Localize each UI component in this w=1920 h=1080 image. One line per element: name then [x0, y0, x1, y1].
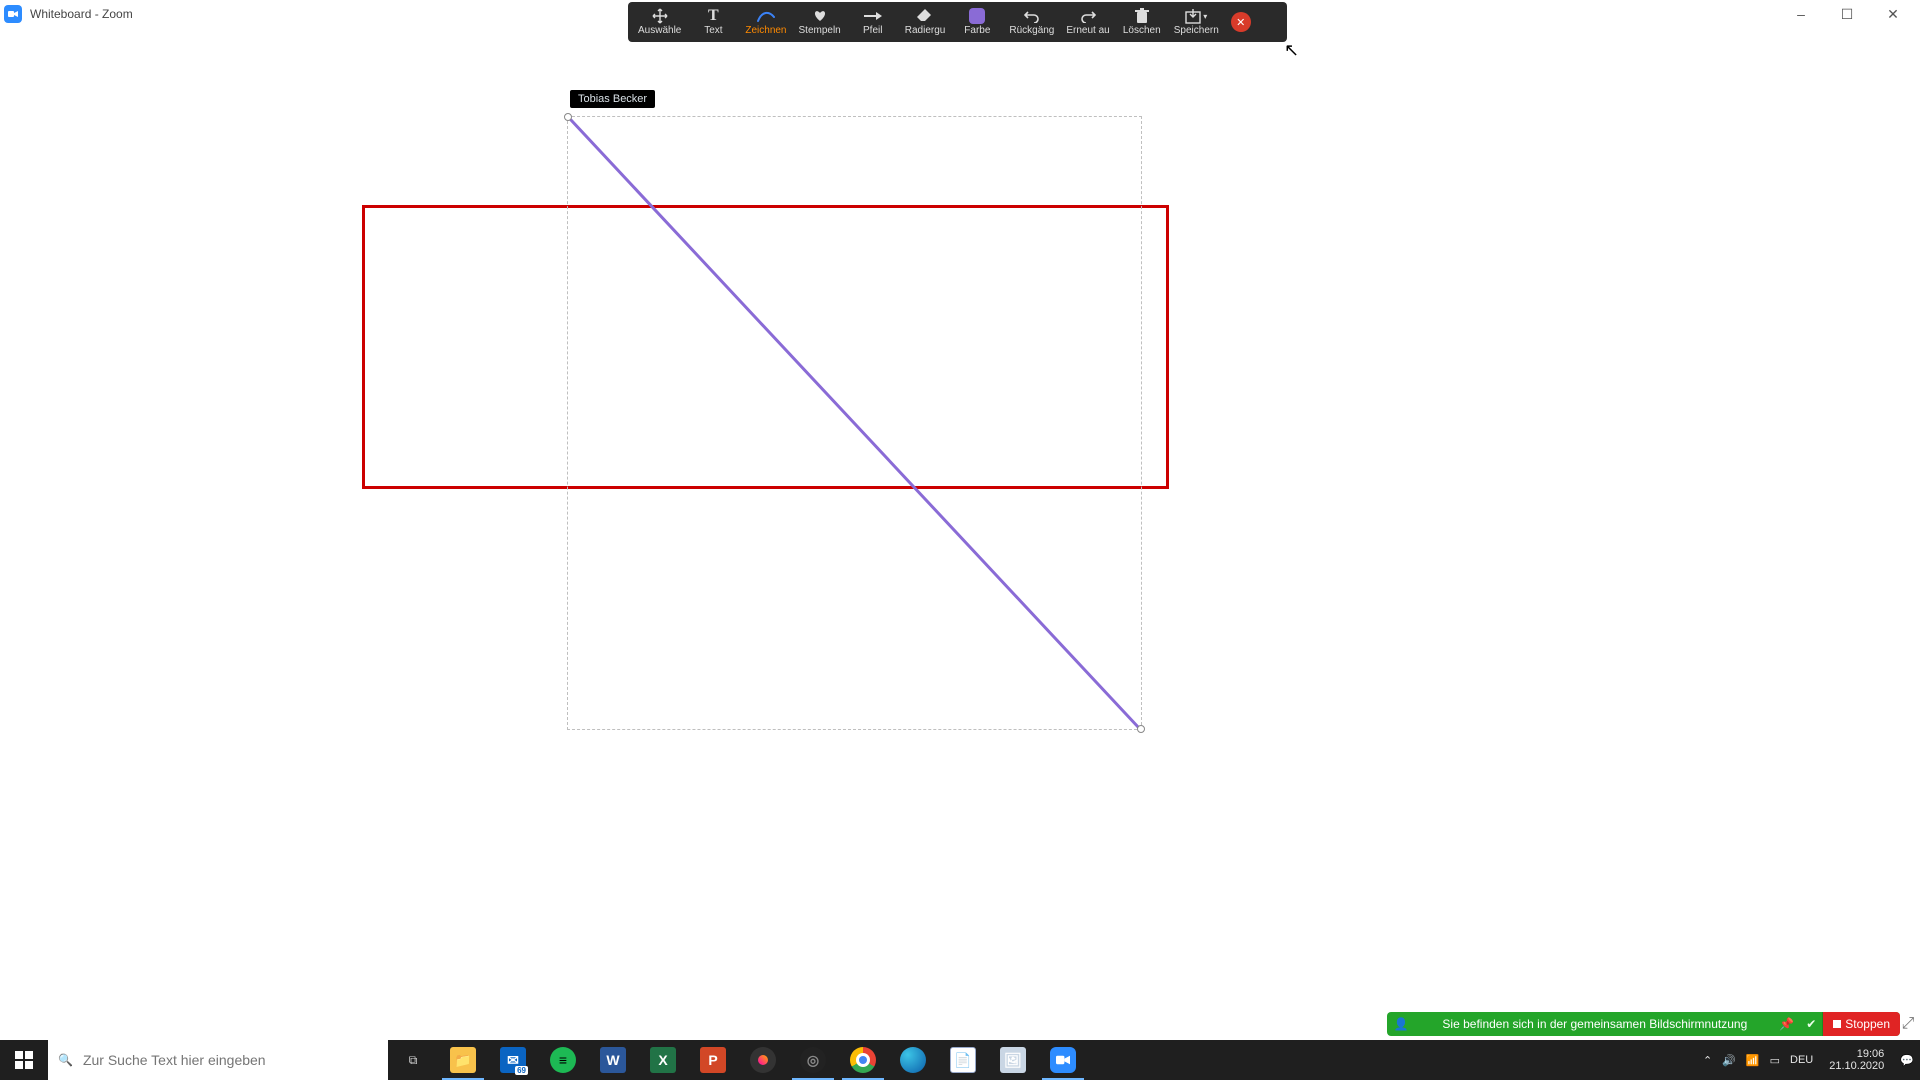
- share-person-icon: 👤: [1387, 1017, 1414, 1031]
- tool-redo[interactable]: Erneut au: [1060, 2, 1115, 42]
- move-icon: [652, 8, 668, 24]
- system-tray: ⌃ 🔊 📶 ▭ DEU 19:06 21.10.2020 💬: [1697, 1040, 1920, 1080]
- taskbar-app-powerpoint[interactable]: P: [688, 1040, 738, 1080]
- tray-time: 19:06: [1829, 1048, 1884, 1060]
- selection-bounding-box[interactable]: [567, 116, 1142, 730]
- tool-erase[interactable]: Radiergu: [899, 2, 952, 42]
- windows-taskbar: 🔍 ⧉ 📁 ✉ 69 ≡ W X P ◎ 📄 🖼 ⌃ 🔊 📶 ▭ DEU 19:…: [0, 1040, 1920, 1080]
- taskbar-app-word[interactable]: W: [588, 1040, 638, 1080]
- screen-share-status-bar: 👤 Sie befinden sich in der gemeinsamen B…: [1387, 1012, 1900, 1036]
- tray-battery-icon[interactable]: ▭: [1770, 1054, 1780, 1067]
- taskbar-app-zoom[interactable]: [1038, 1040, 1088, 1080]
- save-icon: ▾: [1185, 8, 1207, 24]
- tool-color[interactable]: Farbe: [951, 2, 1003, 42]
- share-expand-button[interactable]: ⤢: [1900, 1012, 1916, 1036]
- task-view-button[interactable]: ⧉: [388, 1040, 438, 1080]
- tool-text[interactable]: T Text: [687, 2, 739, 42]
- text-icon: T: [708, 8, 719, 24]
- taskbar-app-spotify[interactable]: ≡: [538, 1040, 588, 1080]
- taskbar-search[interactable]: 🔍: [48, 1040, 388, 1080]
- taskbar-app-generic2[interactable]: 🖼: [988, 1040, 1038, 1080]
- taskbar-app-chrome[interactable]: [838, 1040, 888, 1080]
- share-status-text: Sie befinden sich in der gemeinsamen Bil…: [1414, 1017, 1773, 1031]
- taskbar-app-generic1[interactable]: [738, 1040, 788, 1080]
- search-icon: 🔍: [58, 1053, 73, 1067]
- share-pin-icon[interactable]: 📌: [1773, 1017, 1800, 1031]
- toolbar-close-button[interactable]: ✕: [1231, 12, 1251, 32]
- tray-clock[interactable]: 19:06 21.10.2020: [1823, 1048, 1890, 1072]
- stop-icon: [1833, 1020, 1841, 1028]
- whiteboard-canvas[interactable]: Tobias Becker: [0, 28, 1920, 1040]
- mail-badge: 69: [515, 1066, 528, 1075]
- tray-language[interactable]: DEU: [1790, 1054, 1813, 1066]
- taskbar-app-explorer[interactable]: 📁: [438, 1040, 488, 1080]
- tool-stamp[interactable]: Stempeln: [793, 2, 847, 42]
- color-swatch-icon: [969, 8, 985, 24]
- window-title: Whiteboard - Zoom: [30, 7, 133, 21]
- redo-icon: [1080, 8, 1096, 24]
- eraser-icon: [917, 8, 933, 24]
- taskbar-app-obs[interactable]: ◎: [788, 1040, 838, 1080]
- minimize-button[interactable]: –: [1778, 0, 1824, 28]
- tray-volume-icon[interactable]: 🔊: [1722, 1054, 1736, 1067]
- tool-undo[interactable]: Rückgäng: [1003, 2, 1060, 42]
- zoom-app-icon: [4, 5, 22, 23]
- arrow-icon: [864, 8, 882, 24]
- maximize-button[interactable]: ☐: [1824, 0, 1870, 28]
- tool-save[interactable]: ▾ Speichern: [1168, 2, 1225, 42]
- trash-icon: [1135, 8, 1149, 24]
- taskbar-app-notepad[interactable]: 📄: [938, 1040, 988, 1080]
- draw-icon: [757, 8, 775, 24]
- heart-icon: [813, 8, 827, 24]
- tool-select[interactable]: Auswähle: [632, 2, 687, 42]
- taskbar-app-mail[interactable]: ✉ 69: [488, 1040, 538, 1080]
- stop-share-button[interactable]: Stoppen: [1822, 1012, 1900, 1036]
- selection-handle-top-left[interactable]: [564, 113, 572, 121]
- close-window-button[interactable]: ✕: [1870, 0, 1916, 28]
- taskbar-app-excel[interactable]: X: [638, 1040, 688, 1080]
- tool-clear[interactable]: Löschen: [1116, 2, 1168, 42]
- taskbar-search-input[interactable]: [83, 1052, 378, 1068]
- tray-wifi-icon[interactable]: 📶: [1746, 1054, 1760, 1067]
- tool-arrow[interactable]: Pfeil: [847, 2, 899, 42]
- annotation-toolbar: Auswähle T Text Zeichnen Stempeln Pfeil …: [628, 2, 1287, 42]
- tray-date: 21.10.2020: [1829, 1060, 1884, 1072]
- tray-notifications-icon[interactable]: 💬: [1900, 1054, 1914, 1067]
- taskbar-app-edge[interactable]: [888, 1040, 938, 1080]
- tray-chevron-up-icon[interactable]: ⌃: [1703, 1054, 1712, 1067]
- selection-handle-bottom-right[interactable]: [1137, 725, 1145, 733]
- annotator-name-tag: Tobias Becker: [570, 90, 655, 108]
- undo-icon: [1024, 8, 1040, 24]
- tool-draw[interactable]: Zeichnen: [739, 2, 792, 42]
- share-check-icon[interactable]: ✔: [1800, 1017, 1822, 1031]
- start-button[interactable]: [0, 1040, 48, 1080]
- windows-logo-icon: [15, 1051, 33, 1069]
